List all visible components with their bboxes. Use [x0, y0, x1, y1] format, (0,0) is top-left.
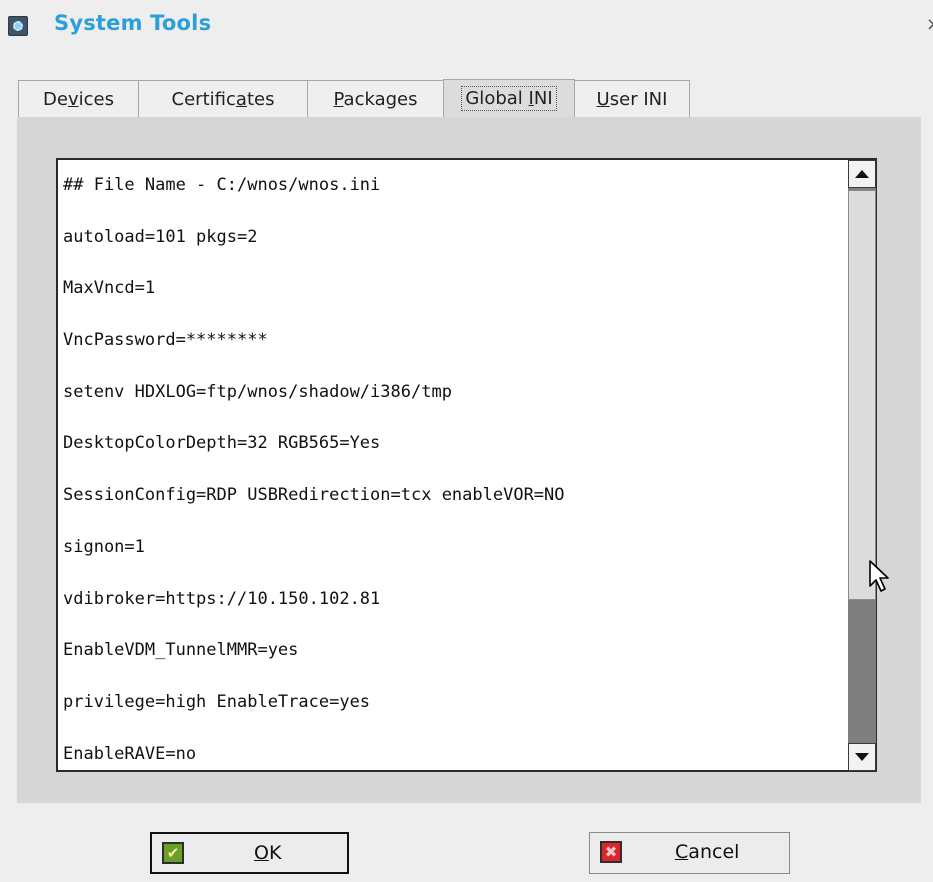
tab-label: Certificates [171, 88, 275, 110]
cancel-button[interactable]: ✖ Cancel [589, 832, 790, 874]
ini-line: signon=1 [63, 536, 145, 557]
scrollbar-thumb[interactable] [848, 190, 876, 600]
tab-label: Devices [43, 88, 114, 110]
cancel-button-label: Cancel [675, 841, 740, 863]
ini-text-editor[interactable]: ## File Name - C:/wnos/wnos.ini autoload=… [56, 158, 877, 772]
ini-line: EnableVDM_TunnelMMR=yes [63, 640, 299, 661]
ini-text-content[interactable]: ## File Name - C:/wnos/wnos.ini autoload=… [63, 160, 843, 768]
arrow-up-icon [855, 170, 869, 178]
tab-label: Global INI [461, 86, 557, 111]
vertical-scrollbar[interactable] [848, 160, 876, 771]
ini-line: privilege=high EnableTrace=yes [63, 691, 371, 712]
tab-label: User INI [596, 88, 668, 110]
ini-line: autoload=101 pkgs=2 [63, 226, 258, 247]
ini-line: ## File Name - C:/wnos/wnos.ini [63, 175, 381, 195]
mouse-pointer-icon [869, 560, 889, 592]
ini-line: setenv HDXLOG=ftp/wnos/shadow/i386/tmp [63, 381, 452, 402]
window-title: System Tools [54, 11, 212, 35]
tab-packages[interactable]: Packages [307, 80, 444, 117]
arrow-down-icon [855, 753, 869, 761]
scroll-down-button[interactable] [848, 743, 876, 771]
system-tools-icon [8, 16, 28, 36]
ini-line: EnableRAVE=no [63, 743, 197, 764]
ini-line: DesktopColorDepth=32 RGB565=Yes [63, 433, 381, 454]
scroll-up-button[interactable] [848, 160, 876, 188]
x-icon: ✖ [600, 841, 622, 863]
ini-line: MaxVncd=1 [63, 278, 156, 299]
tab-bar: Devices Certificates Packages Global INI… [18, 79, 690, 117]
tab-certificates[interactable]: Certificates [138, 80, 308, 117]
title-bar: System Tools × [0, 0, 933, 56]
tab-user-ini[interactable]: User INI [574, 80, 690, 117]
tab-global-ini[interactable]: Global INI [443, 79, 575, 117]
ini-line: VncPassword=******** [63, 330, 268, 351]
ok-button[interactable]: ✔ OK [150, 832, 349, 874]
tab-label: Packages [333, 88, 418, 110]
tab-devices[interactable]: Devices [18, 80, 139, 117]
checkmark-icon: ✔ [162, 842, 184, 864]
close-icon[interactable]: × [926, 14, 933, 35]
ok-button-label: OK [254, 842, 282, 864]
ini-line: vdibroker=https://10.150.102.81 [63, 588, 381, 609]
ini-line: SessionConfig=RDP USBRedirection=tcx ena… [63, 485, 565, 506]
